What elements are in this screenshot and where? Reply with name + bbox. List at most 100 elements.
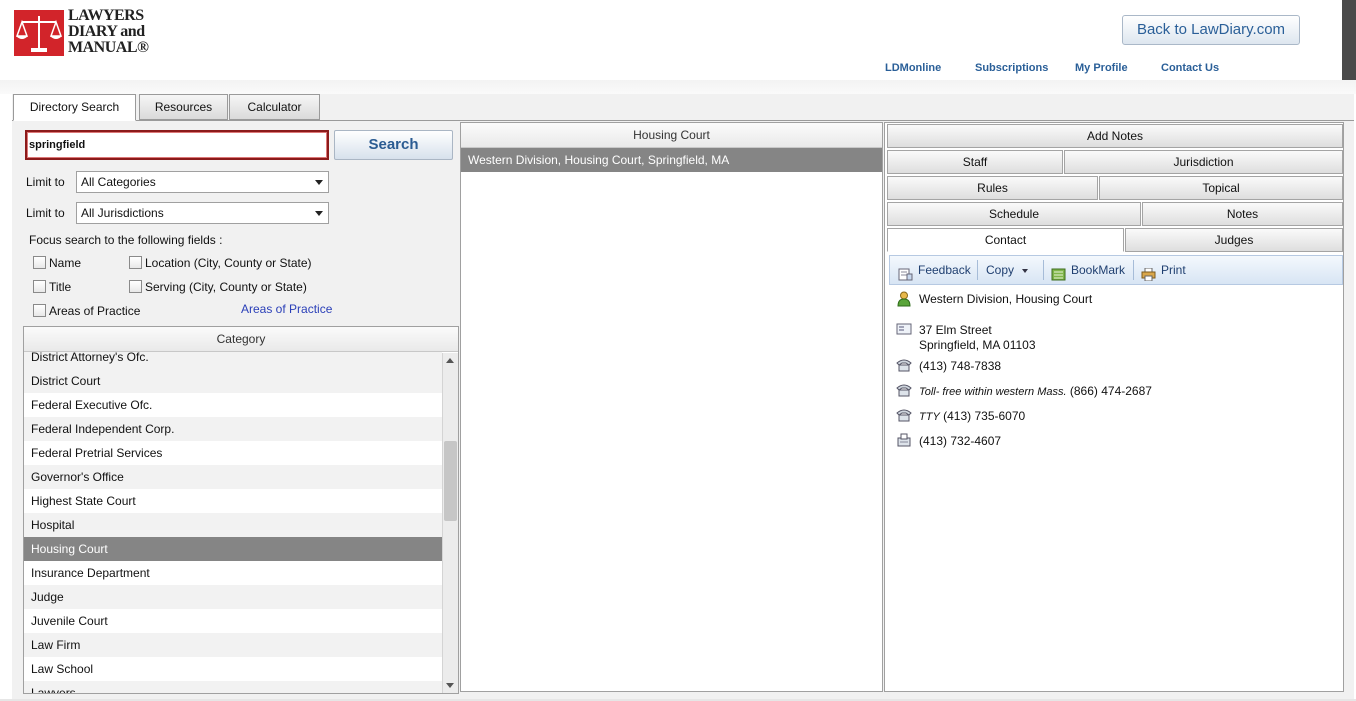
toolbar-divider xyxy=(1133,260,1134,280)
category-item[interactable]: Law School xyxy=(24,657,442,681)
tty-label: TTY xyxy=(919,411,940,423)
phone-number[interactable]: (413) 748-7838 xyxy=(919,359,1001,373)
address-line-2: Springfield, MA 01103 xyxy=(919,338,1036,352)
category-list: District Attorney's Ofc. District Court … xyxy=(23,326,459,694)
detail-toolbar: Feedback Copy BookMark Print xyxy=(889,255,1343,285)
category-column-header[interactable]: Category xyxy=(24,327,458,352)
address-line-1: 37 Elm Street xyxy=(919,323,992,337)
scales-of-justice-icon xyxy=(14,10,64,56)
toolbar-divider xyxy=(977,260,978,280)
window-edge xyxy=(1342,0,1356,92)
bookmark-button[interactable]: BookMark xyxy=(1051,256,1125,284)
tab-strip-line xyxy=(12,120,1354,121)
tty-number[interactable]: (413) 735-6070 xyxy=(943,409,1025,423)
category-item[interactable]: Law Firm xyxy=(24,633,442,657)
phone-icon xyxy=(896,408,912,422)
category-select-value: All Categories xyxy=(81,175,156,189)
print-button[interactable]: Print xyxy=(1141,256,1186,284)
category-scrollbar[interactable] xyxy=(442,353,458,693)
limit-to-label: Limit to xyxy=(26,175,65,189)
tab-calculator[interactable]: Calculator xyxy=(229,94,320,120)
printer-icon xyxy=(1141,263,1156,282)
category-item[interactable]: Federal Pretrial Services xyxy=(24,441,442,465)
lawyers-diary-logo[interactable]: LAWYERS DIARY and MANUAL® xyxy=(14,7,149,60)
jurisdiction-select-value: All Jurisdictions xyxy=(81,206,164,220)
search-input[interactable]: springfield xyxy=(25,130,329,160)
tab-resources[interactable]: Resources xyxy=(139,94,228,120)
tab-judges[interactable]: Judges xyxy=(1125,228,1343,252)
category-item[interactable]: Governor's Office xyxy=(24,465,442,489)
logo-line-1: LAWYERS xyxy=(68,7,144,24)
name-checkbox[interactable] xyxy=(33,256,46,269)
category-item[interactable]: Insurance Department xyxy=(24,561,442,585)
nav-link-subscriptions[interactable]: Subscriptions xyxy=(975,62,1048,74)
jurisdiction-button[interactable]: Jurisdiction xyxy=(1064,150,1343,174)
staff-button[interactable]: Staff xyxy=(887,150,1063,174)
location-checkbox[interactable] xyxy=(129,256,142,269)
category-item[interactable]: Highest State Court xyxy=(24,489,442,513)
name-checkbox-label: Name xyxy=(49,256,82,270)
copy-label: Copy xyxy=(986,263,1015,277)
header-divider xyxy=(0,80,1356,94)
topical-button[interactable]: Topical xyxy=(1099,176,1343,200)
phone-icon xyxy=(896,383,912,397)
logo-wordmark: LAWYERS DIARY and MANUAL® xyxy=(68,7,149,56)
logo-line-2: DIARY and xyxy=(68,23,145,40)
notes-button[interactable]: Notes xyxy=(1142,202,1343,226)
chevron-down-icon xyxy=(1022,268,1029,273)
print-label: Print xyxy=(1161,263,1186,277)
feedback-label: Feedback xyxy=(918,263,971,277)
location-checkbox-label: Location (City, County or State) xyxy=(145,256,312,270)
tollfree-line: Toll- free within western Mass. (866) 47… xyxy=(919,384,1152,398)
category-item[interactable]: Federal Independent Corp. xyxy=(24,417,442,441)
scroll-thumb[interactable] xyxy=(444,441,457,521)
category-item[interactable]: Lawyers xyxy=(24,681,442,693)
focus-fields-label: Focus search to the following fields : xyxy=(29,233,223,247)
category-item[interactable]: Judge xyxy=(24,585,442,609)
tollfree-number[interactable]: (866) 474-2687 xyxy=(1070,384,1152,398)
rules-button[interactable]: Rules xyxy=(887,176,1098,200)
copy-dropdown[interactable]: Copy xyxy=(986,256,1029,284)
areas-of-practice-checkbox-label: Areas of Practice xyxy=(49,304,141,318)
search-button[interactable]: Search xyxy=(334,130,453,160)
jurisdiction-select[interactable]: All Jurisdictions xyxy=(76,202,329,224)
tty-line: TTY (413) 735-6070 xyxy=(919,409,1025,423)
category-rows: District Attorney's Ofc. District Court … xyxy=(24,345,442,693)
category-item[interactable]: District Court xyxy=(24,369,442,393)
back-to-lawdiary-button[interactable]: Back to LawDiary.com xyxy=(1122,15,1300,45)
category-item-selected[interactable]: Housing Court xyxy=(24,537,442,561)
results-panel: Housing Court Western Division, Housing … xyxy=(460,122,883,692)
scroll-up-icon[interactable] xyxy=(446,358,454,363)
feedback-button[interactable]: Feedback xyxy=(898,256,971,284)
phone-icon xyxy=(896,358,912,372)
add-notes-button[interactable]: Add Notes xyxy=(887,124,1343,148)
nav-link-ldmonline[interactable]: LDMonline xyxy=(885,62,941,74)
chevron-down-icon xyxy=(315,211,323,216)
tab-contact[interactable]: Contact xyxy=(887,228,1124,252)
tab-directory-search[interactable]: Directory Search xyxy=(13,94,136,121)
category-item[interactable]: Juvenile Court xyxy=(24,609,442,633)
site-header: LAWYERS DIARY and MANUAL® Back to LawDia… xyxy=(0,0,1342,92)
nav-link-my-profile[interactable]: My Profile xyxy=(1075,62,1128,74)
scroll-down-icon[interactable] xyxy=(446,683,454,688)
address-card-icon xyxy=(896,322,912,336)
person-icon xyxy=(896,291,912,307)
serving-checkbox[interactable] xyxy=(129,280,142,293)
areas-of-practice-checkbox[interactable] xyxy=(33,304,46,317)
category-select[interactable]: All Categories xyxy=(76,171,329,193)
schedule-button[interactable]: Schedule xyxy=(887,202,1141,226)
results-header[interactable]: Housing Court xyxy=(461,123,882,148)
main-panel: Directory Search Resources Calculator sp… xyxy=(12,94,1354,699)
fax-number[interactable]: (413) 732-4607 xyxy=(919,434,1001,448)
areas-of-practice-link[interactable]: Areas of Practice xyxy=(241,302,332,316)
nav-link-contact-us[interactable]: Contact Us xyxy=(1161,62,1219,74)
category-item[interactable]: Federal Executive Ofc. xyxy=(24,393,442,417)
fax-icon xyxy=(896,433,912,447)
detail-panel: Add Notes Staff Jurisdiction Rules Topic… xyxy=(884,122,1344,692)
category-item[interactable]: Hospital xyxy=(24,513,442,537)
toolbar-divider xyxy=(1043,260,1044,280)
result-item-selected[interactable]: Western Division, Housing Court, Springf… xyxy=(461,148,882,172)
logo-line-3: MANUAL® xyxy=(68,39,149,56)
bookmark-icon xyxy=(1051,263,1066,281)
title-checkbox[interactable] xyxy=(33,280,46,293)
